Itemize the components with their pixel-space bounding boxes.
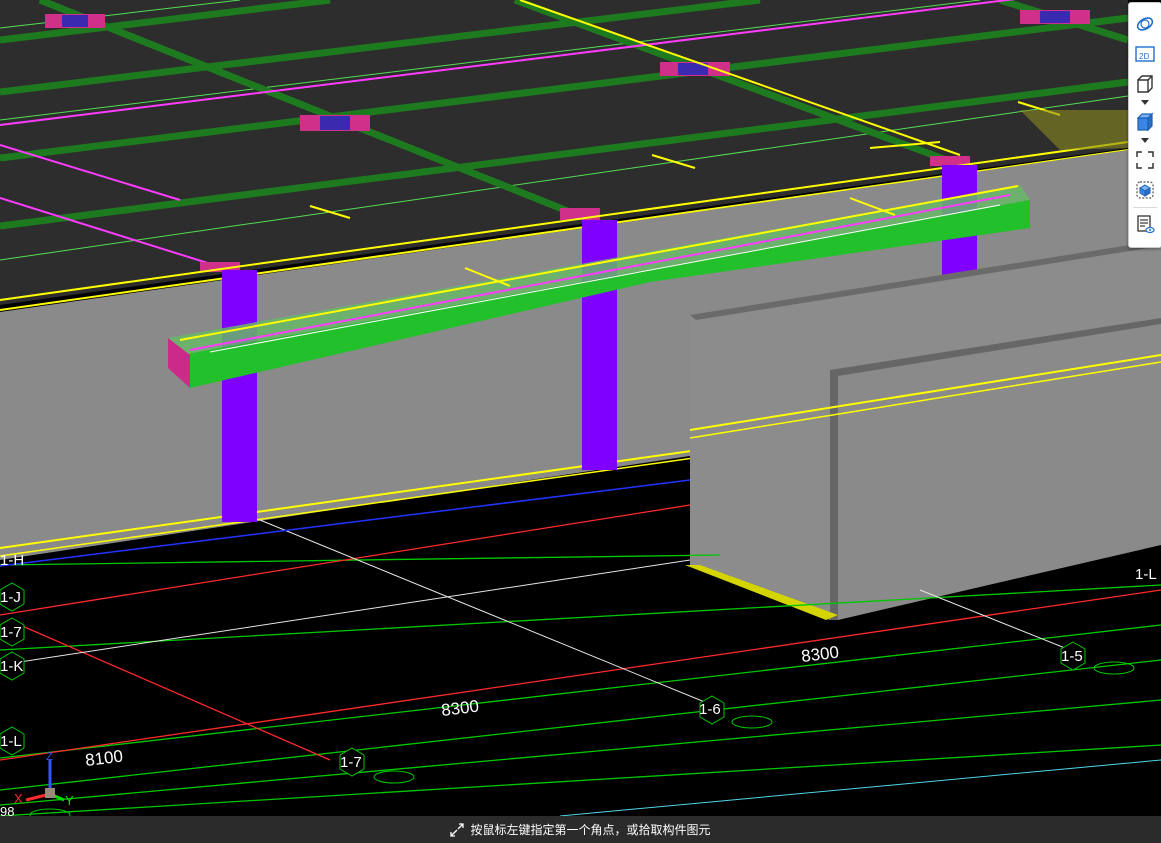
2d-view-button[interactable]: 2D [1131,41,1159,67]
status-bar: 按鼠标左键指定第一个角点，或拾取构件图元 [0,816,1161,843]
axis-label-1-h: 1-H [0,552,24,569]
display-mode-dropdown[interactable] [1139,136,1151,146]
3d-box-icon [1137,75,1153,93]
full-screen-button[interactable] [1131,147,1159,173]
axis-indicator-x: X [14,791,23,806]
chevron-down-icon [1141,138,1149,143]
shaded-box-icon [1136,112,1154,132]
select-cursor-icon [450,822,465,837]
display-settings-icon [1137,215,1155,234]
column-2 [582,220,617,470]
corner-number: 98 [0,804,14,816]
view-toolbar: 2D [1128,2,1161,248]
orbit-icon [1136,17,1154,31]
column-1 [222,270,257,522]
view-reset-button[interactable] [1131,177,1159,203]
dynamic-observe-button[interactable] [1131,11,1159,37]
view-dropdown[interactable] [1139,98,1151,108]
axis-label-1-5: 1-5 [1061,648,1083,665]
axis-indicator-y: Y [65,793,74,808]
svg-text:2D: 2D [1139,52,1149,61]
toolbar-divider [1133,207,1157,208]
3d-view-button[interactable] [1131,71,1159,97]
axis-label-1-7-row: 1-7 [0,624,22,641]
axis-label-1-j: 1-J [0,589,21,606]
2d-view-icon: 2D [1135,46,1155,62]
3d-model-viewport[interactable]: 1-H 1-J 1-7 1-K 1-L 1-5 1-6 1-7 1-L 8100… [0,0,1161,816]
axis-indicator-z: Z [46,751,53,763]
status-prompt: 按鼠标左键指定第一个角点，或拾取构件图元 [470,823,711,837]
axis-label-1-l: 1-L [0,733,22,750]
fullscreen-icon [1136,151,1154,169]
display-mode-button[interactable] [1131,109,1159,135]
home-view-icon [1136,181,1154,199]
axis-label-1-6: 1-6 [699,701,721,718]
axis-label-1-k: 1-K [0,658,23,675]
display-settings-button[interactable] [1131,211,1159,237]
axis-label-1-7: 1-7 [340,754,362,771]
chevron-down-icon [1141,100,1149,105]
axis-label-right: 1-L [1135,566,1157,583]
